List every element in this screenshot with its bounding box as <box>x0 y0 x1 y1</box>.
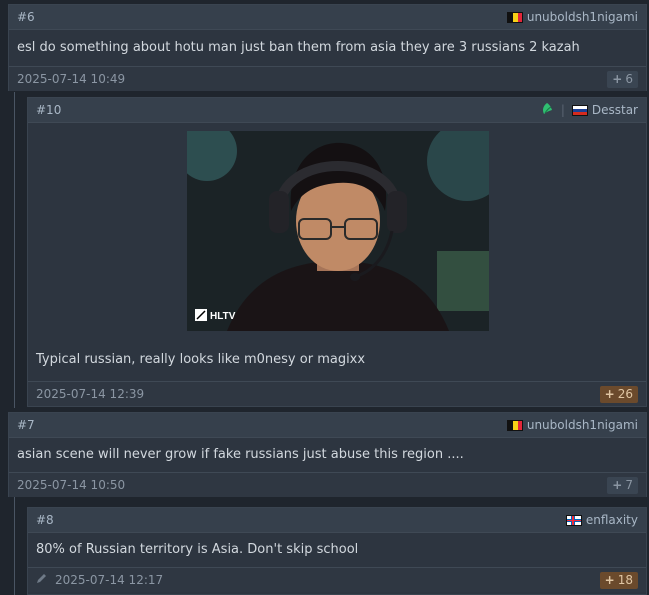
upvote-button[interactable]: + 7 <box>607 476 638 494</box>
post-number[interactable]: #7 <box>17 418 35 432</box>
post-text: Typical russian, really looks like m0nes… <box>28 342 646 378</box>
post-number[interactable]: #10 <box>36 103 61 117</box>
post-text-content: asian scene will never grow if fake russ… <box>17 447 464 462</box>
post-author[interactable]: unuboldsh1nigami <box>506 10 638 24</box>
post-text-content: Typical russian, really looks like m0nes… <box>36 352 366 367</box>
post-header: #8 enflaxity <box>28 508 646 533</box>
footer-left: 2025-07-14 12:17 <box>36 573 163 587</box>
vote-count: 6 <box>625 72 633 86</box>
vote-count: 18 <box>617 573 633 587</box>
post-text-content: 80% of Russian territory is Asia. Don't … <box>36 542 359 557</box>
post-image[interactable]: HLTV <box>187 131 489 331</box>
hltv-watermark: HLTV <box>210 311 236 322</box>
username[interactable]: unuboldsh1nigami <box>527 10 638 24</box>
post-timestamp: 2025-07-14 10:49 <box>17 72 126 86</box>
post-text-content: esl do something about hotu man just ban… <box>17 40 580 55</box>
vote-count: 26 <box>617 387 633 401</box>
thread-line <box>14 92 15 408</box>
post-header: #7 unuboldsh1nigami <box>9 413 646 438</box>
post-timestamp: 2025-07-14 10:50 <box>17 478 126 492</box>
pencil-icon <box>36 573 47 587</box>
photo-illustration: HLTV <box>187 131 489 331</box>
post-timestamp: 2025-07-14 12:39 <box>36 387 145 401</box>
faroe-islands-flag-icon <box>565 514 582 526</box>
post-header: #10 | Desstar <box>28 98 646 123</box>
separator: | <box>560 103 565 117</box>
post-author[interactable]: enflaxity <box>565 513 638 527</box>
post-footer: 2025-07-14 12:39 + 26 <box>28 381 646 406</box>
username[interactable]: unuboldsh1nigami <box>527 418 638 432</box>
plus-icon: + <box>612 72 623 86</box>
post-text: esl do something about hotu man just ban… <box>9 30 646 66</box>
belgium-flag-icon <box>506 11 523 23</box>
post-reply: #10 | Desstar HLTV Typical russian, real… <box>27 97 647 407</box>
post-footer: 2025-07-14 10:50 + 7 <box>9 472 646 497</box>
post: #6 unuboldsh1nigami esl do something abo… <box>8 4 647 91</box>
post-author[interactable]: unuboldsh1nigami <box>506 418 638 432</box>
post: #7 unuboldsh1nigami asian scene will nev… <box>8 412 647 497</box>
leaf-team-icon <box>540 102 554 119</box>
plus-icon: + <box>604 573 615 587</box>
post-footer: 2025-07-14 10:49 + 6 <box>9 66 646 91</box>
plus-icon: + <box>604 387 615 401</box>
post-header: #6 unuboldsh1nigami <box>9 5 646 30</box>
post-footer: 2025-07-14 12:17 + 18 <box>28 567 646 592</box>
post-text: asian scene will never grow if fake russ… <box>9 438 646 472</box>
username[interactable]: Desstar <box>592 103 638 117</box>
plus-icon: + <box>612 478 623 492</box>
thread-line <box>14 497 15 595</box>
vote-count: 7 <box>625 478 633 492</box>
russia-flag-icon <box>571 104 588 116</box>
post-number[interactable]: #8 <box>36 513 54 527</box>
post-author[interactable]: | Desstar <box>540 102 638 119</box>
upvote-button[interactable]: + 18 <box>599 571 638 589</box>
post-reply: #8 enflaxity 80% of Russian territory is… <box>27 507 647 595</box>
post-text: 80% of Russian territory is Asia. Don't … <box>28 533 646 567</box>
belgium-flag-icon <box>506 419 523 431</box>
post-timestamp: 2025-07-14 12:17 <box>55 573 164 587</box>
post-number[interactable]: #6 <box>17 10 35 24</box>
upvote-button[interactable]: + 6 <box>607 70 638 88</box>
username[interactable]: enflaxity <box>586 513 638 527</box>
upvote-button[interactable]: + 26 <box>599 385 638 403</box>
